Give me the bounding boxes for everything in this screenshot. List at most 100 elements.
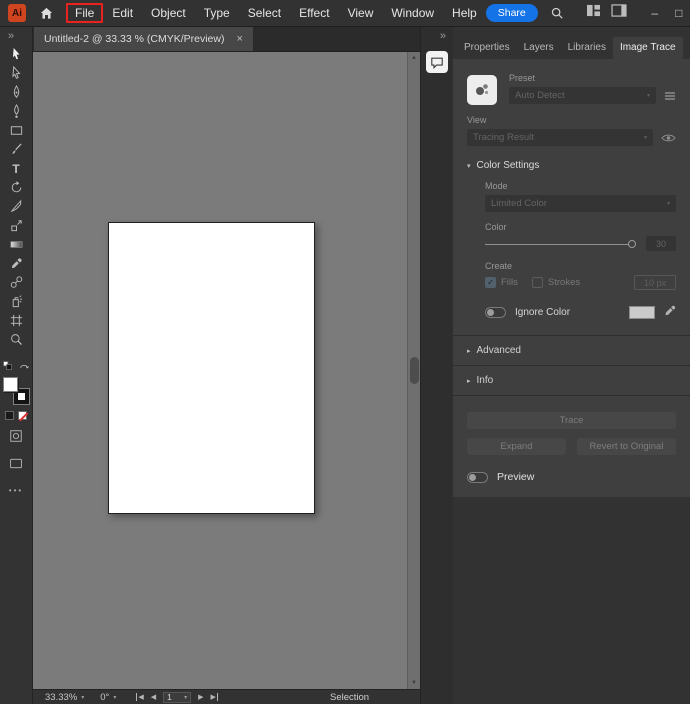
paintbrush-tool[interactable] xyxy=(4,140,28,159)
scrollbar-thumb[interactable] xyxy=(410,357,419,384)
last-artboard-icon[interactable]: ▶ xyxy=(211,693,218,701)
none-color-icon[interactable] xyxy=(18,411,27,420)
rotation-dropdown[interactable]: 0° ▾ xyxy=(100,692,116,703)
knife-tool[interactable] xyxy=(4,197,28,216)
fills-checkbox[interactable]: ✓ xyxy=(485,277,496,288)
tab-image-trace[interactable]: Image Trace xyxy=(613,37,683,59)
scroll-down-icon[interactable]: ▼ xyxy=(408,680,420,686)
advanced-section-header[interactable]: ▸ Advanced xyxy=(453,336,690,365)
mode-dropdown[interactable]: Limited Color ▾ xyxy=(485,195,676,212)
minimize-button[interactable]: – xyxy=(643,0,667,27)
maximize-button[interactable]: □ xyxy=(667,0,690,27)
menu-item-view[interactable]: View xyxy=(339,3,383,23)
rotate-tool[interactable] xyxy=(4,178,28,197)
menu-item-window[interactable]: Window xyxy=(382,3,443,23)
vertical-scrollbar[interactable]: ▲ ▼ xyxy=(407,52,420,689)
screen-mode-icon[interactable] xyxy=(9,456,23,474)
strokes-checkbox[interactable] xyxy=(532,277,543,288)
slider-track xyxy=(485,244,632,245)
scroll-up-icon[interactable]: ▲ xyxy=(408,55,420,61)
color-type-buttons xyxy=(5,411,27,420)
panel-collapse-icon[interactable]: » xyxy=(440,30,446,42)
color-label: Color xyxy=(485,222,676,232)
artboard-number-field[interactable]: 1 ▾ xyxy=(163,692,191,703)
create-label: Create xyxy=(485,261,676,271)
slider-knob[interactable] xyxy=(628,240,636,248)
workspace-switcher-icon[interactable] xyxy=(611,4,627,22)
eyedropper-tool[interactable] xyxy=(4,254,28,273)
curvature-tool[interactable] xyxy=(4,102,28,121)
document-tab[interactable]: Untitled-2 @ 33.33 % (CMYK/Preview) × xyxy=(34,27,253,51)
chevron-down-icon: ▾ xyxy=(467,162,471,170)
tab-libraries[interactable]: Libraries xyxy=(561,37,613,59)
panel-tabs: Properties Layers Libraries Image Trace xyxy=(457,37,683,59)
tab-layers[interactable]: Layers xyxy=(517,37,561,59)
chevron-right-icon: ▸ xyxy=(467,347,471,355)
document-tab-close-icon[interactable]: × xyxy=(236,33,242,45)
menu-item-help[interactable]: Help xyxy=(443,3,486,23)
zoom-tool[interactable] xyxy=(4,330,28,349)
info-section-header[interactable]: ▸ Info xyxy=(453,366,690,395)
symbol-sprayer-tool[interactable] xyxy=(4,292,28,311)
color-settings-section-header[interactable]: ▾ Color Settings xyxy=(453,146,690,171)
menu-item-select[interactable]: Select xyxy=(239,3,290,23)
rectangle-tool[interactable] xyxy=(4,121,28,140)
gradient-tool[interactable] xyxy=(4,235,28,254)
blend-tool[interactable] xyxy=(4,273,28,292)
preview-label: Preview xyxy=(497,471,534,483)
view-dropdown[interactable]: Tracing Result ▾ xyxy=(467,129,653,146)
menu-item-file[interactable]: File xyxy=(66,3,103,23)
tools-panel: » T xyxy=(0,27,33,704)
swap-colors-icon[interactable] xyxy=(19,357,29,375)
expand-button[interactable]: Expand xyxy=(467,438,566,455)
revert-to-original-button[interactable]: Revert to Original xyxy=(577,438,676,455)
toolbar-bottom-controls: ••• xyxy=(9,429,23,495)
pen-tool[interactable] xyxy=(4,83,28,102)
menu-item-object[interactable]: Object xyxy=(142,3,195,23)
stroke-width-field[interactable]: 10 px xyxy=(634,275,676,290)
color-value: 30 xyxy=(656,239,666,249)
drawing-modes-icon[interactable] xyxy=(9,429,23,448)
color-button[interactable] xyxy=(5,411,14,420)
menu-item-type[interactable]: Type xyxy=(195,3,239,23)
ignore-color-toggle[interactable] xyxy=(485,307,506,318)
home-icon[interactable] xyxy=(39,6,54,21)
eyedropper-icon[interactable] xyxy=(664,305,676,319)
first-artboard-icon[interactable]: ◀ xyxy=(136,693,143,701)
document-tabbar: Untitled-2 @ 33.33 % (CMYK/Preview) × xyxy=(33,27,420,52)
eye-icon[interactable] xyxy=(661,133,676,143)
edit-toolbar-icon[interactable]: ••• xyxy=(9,486,23,495)
default-colors-icon[interactable] xyxy=(3,357,12,375)
color-slider[interactable] xyxy=(485,237,636,251)
scale-tool[interactable] xyxy=(4,216,28,235)
share-button[interactable]: Share xyxy=(486,4,538,22)
ignore-color-swatch[interactable] xyxy=(629,306,655,319)
panel-menu-icon[interactable] xyxy=(664,91,676,101)
selection-tool[interactable] xyxy=(4,45,28,64)
comments-button[interactable] xyxy=(426,51,448,73)
type-tool[interactable]: T xyxy=(4,159,28,178)
divider xyxy=(453,395,690,396)
image-trace-preset-icon[interactable] xyxy=(467,75,497,105)
search-icon[interactable] xyxy=(550,6,564,20)
color-value-field[interactable]: 30 xyxy=(646,236,676,251)
direct-selection-tool[interactable] xyxy=(4,64,28,83)
fill-color-swatch[interactable] xyxy=(3,377,18,392)
arrange-documents-icon[interactable] xyxy=(586,4,601,22)
previous-artboard-icon[interactable]: ◀ xyxy=(151,693,156,701)
tab-properties[interactable]: Properties xyxy=(457,37,517,59)
canvas[interactable]: ▲ ▼ xyxy=(33,52,420,689)
menu-item-effect[interactable]: Effect xyxy=(290,3,338,23)
topbar-right-cluster: Share – □ × xyxy=(486,0,690,27)
preview-toggle[interactable] xyxy=(467,472,488,483)
artboard-tool[interactable] xyxy=(4,311,28,330)
chevron-down-icon: ▾ xyxy=(113,694,116,701)
chevron-down-icon: ▾ xyxy=(647,92,650,99)
zoom-level-dropdown[interactable]: 33.33% ▾ xyxy=(45,692,84,703)
illustrator-logo[interactable]: Ai xyxy=(8,4,26,22)
trace-button[interactable]: Trace xyxy=(467,412,676,429)
preset-dropdown[interactable]: Auto Detect ▾ xyxy=(509,87,656,104)
toolbar-collapse-icon[interactable]: » xyxy=(8,30,14,42)
menu-item-edit[interactable]: Edit xyxy=(103,3,142,23)
next-artboard-icon[interactable]: ▶ xyxy=(198,693,203,701)
